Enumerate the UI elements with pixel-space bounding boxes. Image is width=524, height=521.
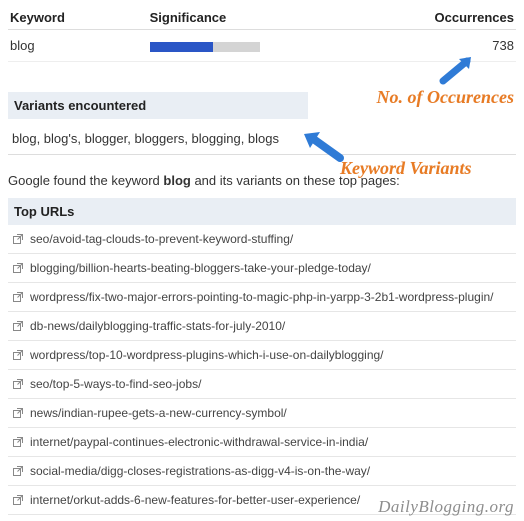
col-occurrences: Occurrences [372,6,516,30]
url-text: news/indian-rupee-gets-a-new-currency-sy… [30,406,287,420]
url-text: db-news/dailyblogging-traffic-stats-for-… [30,319,285,333]
url-text: seo/top-5-ways-to-find-seo-jobs/ [30,377,201,391]
keyword-table: Keyword Significance Occurrences blog 73… [8,6,516,62]
external-link-icon [12,407,24,419]
url-row[interactable]: wordpress/fix-two-major-errors-pointing-… [8,283,516,312]
significance-bar [150,42,260,52]
url-text: wordpress/top-10-wordpress-plugins-which… [30,348,384,362]
url-row[interactable]: wordpress/top-10-wordpress-plugins-which… [8,341,516,370]
occurrences-cell: 738 [372,30,516,62]
col-keyword: Keyword [8,6,110,30]
external-link-icon [12,378,24,390]
watermark: DailyBlogging.org [378,497,514,517]
found-text: Google found the keyword blog and its va… [8,173,516,188]
url-text: internet/orkut-adds-6-new-features-for-b… [30,493,360,507]
variants-list: blog, blog's, blogger, bloggers, bloggin… [8,123,516,155]
url-row[interactable]: internet/paypal-continues-electronic-wit… [8,428,516,457]
url-text: internet/paypal-continues-electronic-wit… [30,435,368,449]
url-row[interactable]: seo/avoid-tag-clouds-to-prevent-keyword-… [8,225,516,254]
url-row[interactable]: blogging/billion-hearts-beating-bloggers… [8,254,516,283]
top-urls-list: seo/avoid-tag-clouds-to-prevent-keyword-… [8,225,516,515]
url-row[interactable]: social-media/digg-closes-registrations-a… [8,457,516,486]
keyword-cell: blog [8,30,110,62]
url-row[interactable]: seo/top-5-ways-to-find-seo-jobs/ [8,370,516,399]
top-urls-heading: Top URLs [8,198,516,225]
url-text: social-media/digg-closes-registrations-a… [30,464,370,478]
external-link-icon [12,233,24,245]
url-text: seo/avoid-tag-clouds-to-prevent-keyword-… [30,232,293,246]
external-link-icon [12,436,24,448]
url-row[interactable]: db-news/dailyblogging-traffic-stats-for-… [8,312,516,341]
col-significance: Significance [110,6,372,30]
url-text: wordpress/fix-two-major-errors-pointing-… [30,290,494,304]
url-row[interactable]: news/indian-rupee-gets-a-new-currency-sy… [8,399,516,428]
significance-cell [110,30,372,62]
significance-bar-fill [150,42,214,52]
table-row: blog 738 [8,30,516,62]
external-link-icon [12,291,24,303]
found-keyword: blog [163,173,190,188]
external-link-icon [12,262,24,274]
external-link-icon [12,465,24,477]
external-link-icon [12,320,24,332]
url-text: blogging/billion-hearts-beating-bloggers… [30,261,371,275]
variants-heading: Variants encountered [8,92,308,119]
external-link-icon [12,494,24,506]
external-link-icon [12,349,24,361]
